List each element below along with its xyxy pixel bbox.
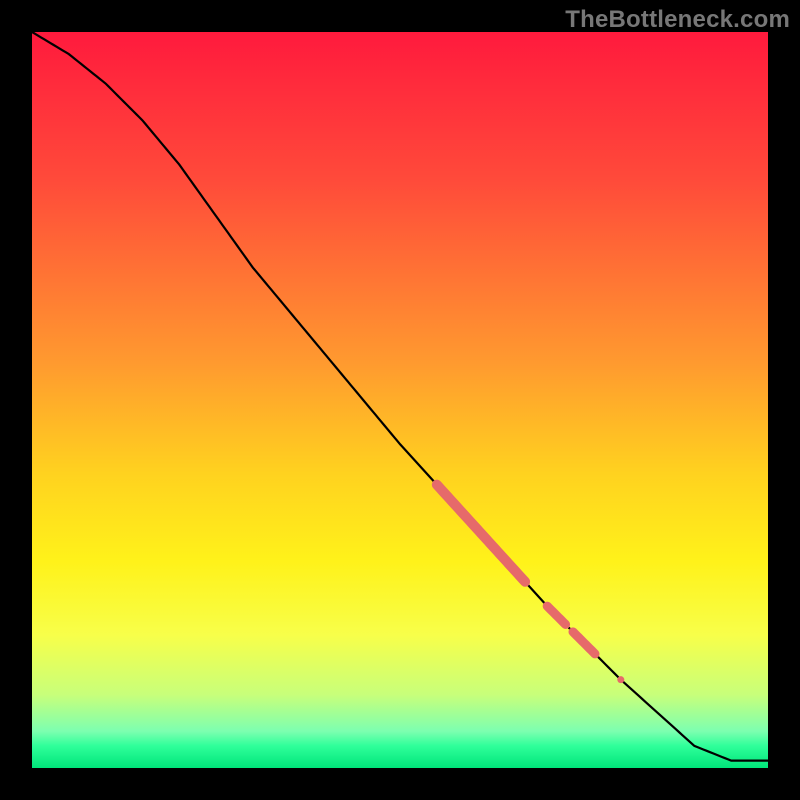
chart-frame: TheBottleneck.com: [0, 0, 800, 800]
watermark-text: TheBottleneck.com: [565, 6, 790, 34]
curve-layer: [32, 32, 768, 768]
main-curve: [32, 32, 768, 761]
highlight-segment-1: [547, 606, 565, 624]
highlight-dot-0: [617, 676, 624, 683]
highlight-segment-0: [437, 485, 525, 582]
highlight-segment-2: [573, 632, 595, 654]
